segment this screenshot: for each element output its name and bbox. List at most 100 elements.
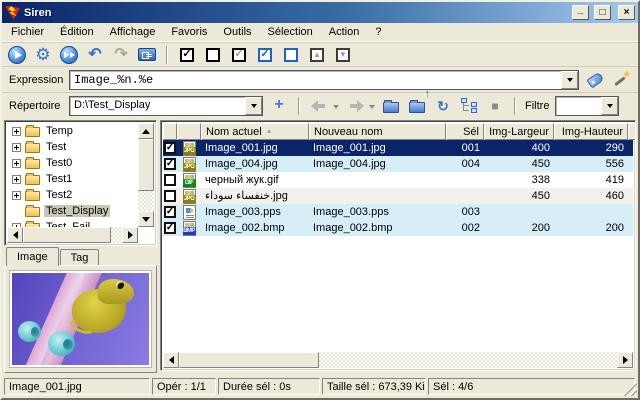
tree-horizontal-scrollbar[interactable]	[7, 227, 138, 243]
table-horizontal-scrollbar[interactable]	[163, 352, 633, 368]
scrollbar-thumb[interactable]	[138, 139, 154, 191]
parent-folder-button[interactable]: ↑	[407, 96, 427, 116]
column-header-w[interactable]: Img-Largeur	[484, 123, 554, 140]
scroll-up-button[interactable]	[138, 123, 154, 139]
row-checkbox[interactable]: ✓	[164, 142, 176, 154]
menu-item-item[interactable]: ?	[367, 24, 389, 41]
table-row-gif[interactable]: GIFчерный жук.gif338419	[163, 172, 633, 188]
tab-image[interactable]: Image	[6, 247, 59, 266]
rename-all-icon[interactable]	[59, 45, 79, 65]
menu-item-s-lection[interactable]: Sélection	[260, 24, 321, 41]
add-directory-button[interactable]: +	[269, 96, 289, 116]
expand-plus-icon[interactable]	[12, 143, 21, 152]
row-checkbox-cell: ✓	[163, 220, 177, 236]
tree-item-test-display[interactable]: Test_Display	[7, 203, 138, 219]
maximize-button[interactable]: □	[594, 5, 611, 20]
back-history-dropdown[interactable]	[333, 105, 339, 112]
table-row-jpg[interactable]: JPGخنفساء سوداء.jpg450460	[163, 188, 633, 204]
directory-dropdown-button[interactable]	[245, 97, 262, 115]
tree-vertical-scrollbar[interactable]	[138, 123, 154, 227]
sel-number-cell	[446, 172, 484, 188]
expand-plus-icon[interactable]	[12, 175, 21, 184]
tree-item-temp[interactable]: Temp	[7, 123, 138, 139]
expression-wizard-button[interactable]: *	[611, 70, 631, 90]
move-down-icon[interactable]: ▼	[333, 45, 353, 65]
row-checkbox[interactable]	[164, 190, 176, 202]
column-header-new[interactable]: Nouveau nom	[309, 123, 446, 140]
column-header-h[interactable]: Img-Hauteur	[554, 123, 628, 140]
tree-item-test-fail[interactable]: Test_Fail	[7, 219, 138, 227]
directory-input[interactable]: D:\Test_Display	[70, 97, 245, 115]
expand-tree-button[interactable]	[459, 96, 479, 116]
column-header-check[interactable]	[163, 123, 177, 140]
expression-input[interactable]: Image_%n.%e	[70, 71, 561, 89]
expand-plus-icon[interactable]	[12, 159, 21, 168]
img-width-cell: 450	[484, 188, 554, 204]
rename-play-icon[interactable]	[7, 45, 27, 65]
check-selected-icon[interactable]: ✓	[255, 45, 275, 65]
tree-item-test2[interactable]: Test2	[7, 187, 138, 203]
expand-plus-icon[interactable]	[12, 191, 21, 200]
scroll-right-button[interactable]	[122, 227, 138, 243]
redo-icon[interactable]: ↷	[111, 45, 131, 65]
row-checkbox[interactable]: ✓	[164, 158, 176, 170]
menu-item-fichier[interactable]: Fichier	[3, 24, 52, 41]
menu-item-favoris[interactable]: Favoris	[163, 24, 215, 41]
table-row-image-002-bmp[interactable]: ✓BMPImage_002.bmpImage_002.bmp002200200	[163, 220, 633, 236]
uncheck-selected-icon[interactable]	[281, 45, 301, 65]
options-panel-icon[interactable]	[137, 45, 157, 65]
check-all-icon[interactable]: ✓	[177, 45, 197, 65]
column-header-icon[interactable]	[177, 123, 201, 140]
back-button[interactable]	[309, 96, 329, 116]
row-checkbox[interactable]: ✓	[164, 206, 176, 218]
tree-item-test0[interactable]: Test0	[7, 155, 138, 171]
title-bar[interactable]: Siren _ □ ×	[2, 2, 638, 23]
minimize-button[interactable]: _	[572, 5, 589, 20]
tree-item-test[interactable]: Test	[7, 139, 138, 155]
table-row-image-004-jpg[interactable]: ✓JPGImage_004.jpgImage_004.jpg004450556	[163, 156, 633, 172]
scrollbar-track[interactable]	[138, 139, 154, 211]
gear-options-icon[interactable]: ⚙	[33, 45, 53, 65]
menu-item-affichage[interactable]: Affichage	[102, 24, 164, 41]
filter-dropdown-button[interactable]	[601, 97, 618, 115]
expand-plus-icon[interactable]	[12, 127, 21, 136]
stop-button[interactable]: ■	[485, 96, 505, 116]
scrollbar-thumb[interactable]	[179, 352, 319, 368]
close-button[interactable]: ×	[618, 5, 635, 20]
expression-dropdown-button[interactable]	[561, 71, 578, 89]
filter-input[interactable]	[556, 97, 601, 115]
tree-item-test1[interactable]: Test1	[7, 171, 138, 187]
refresh-button[interactable]: ↻	[433, 96, 453, 116]
move-up-icon[interactable]: ▲	[307, 45, 327, 65]
insert-tag-button[interactable]	[585, 70, 605, 90]
column-header-sel[interactable]: Sél	[446, 123, 484, 140]
folder-icon	[25, 175, 40, 185]
menu-item-action[interactable]: Action	[321, 24, 368, 41]
menu-item-outils[interactable]: Outils	[215, 24, 259, 41]
row-checkbox[interactable]: ✓	[164, 222, 176, 234]
scrollbar-thumb[interactable]	[23, 227, 111, 243]
tab-tag[interactable]: Tag	[60, 249, 100, 266]
scrollbar-track[interactable]	[179, 352, 617, 368]
row-filler	[628, 140, 633, 156]
table-header: Nom actuel▲Nouveau nomSélImg-LargeurImg-…	[163, 123, 633, 140]
scrollbar-track[interactable]	[23, 227, 122, 243]
row-checkbox[interactable]	[164, 174, 176, 186]
scroll-left-button[interactable]	[163, 352, 179, 368]
forward-button[interactable]	[345, 96, 365, 116]
scroll-down-button[interactable]	[138, 211, 154, 227]
forward-history-dropdown[interactable]	[369, 105, 375, 112]
scroll-right-button[interactable]	[617, 352, 633, 368]
directory-row: Répertoire D:\Test_Display + ↑ ↻ ■ Filtr…	[2, 92, 638, 118]
invert-checks-icon[interactable]: ✓	[229, 45, 249, 65]
row-checkbox-cell: ✓	[163, 156, 177, 172]
column-header-current[interactable]: Nom actuel▲	[201, 123, 309, 140]
table-row-image-003-pps[interactable]: ✓Image_003.ppsImage_003.pps003	[163, 204, 633, 220]
menu-item-dition[interactable]: Édition	[52, 24, 102, 41]
uncheck-all-icon[interactable]	[203, 45, 223, 65]
browse-folder-button[interactable]	[381, 96, 401, 116]
undo-icon[interactable]: ↶	[85, 45, 105, 65]
table-row-image-001-jpg[interactable]: ✓JPGImage_001.jpgImage_001.jpg001400290	[163, 140, 633, 156]
column-header-label: Nom actuel	[206, 126, 262, 138]
scroll-left-button[interactable]	[7, 227, 23, 243]
